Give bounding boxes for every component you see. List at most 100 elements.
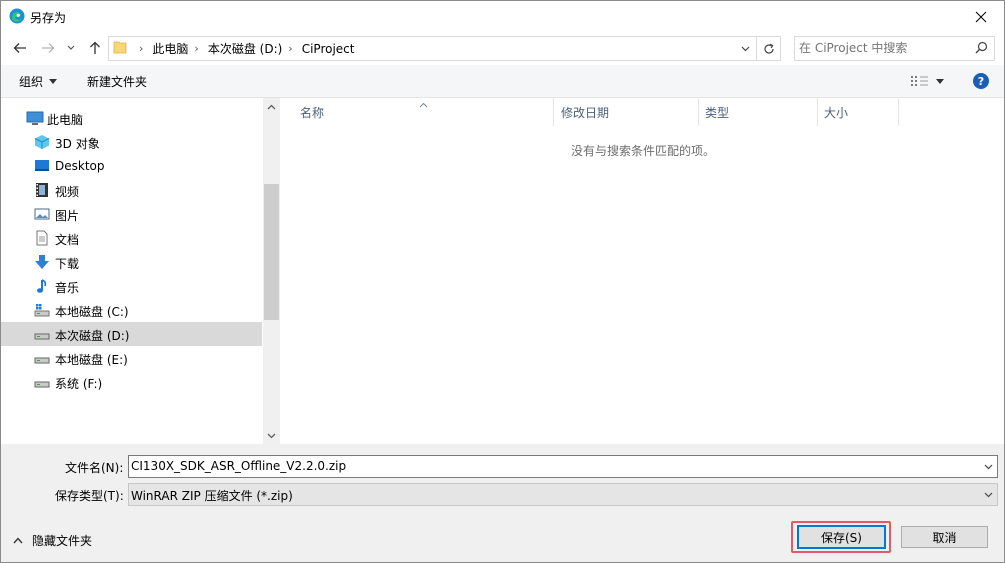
filename-field[interactable] bbox=[128, 455, 998, 478]
back-button[interactable] bbox=[10, 37, 30, 59]
nav-label: 本地磁盘 (E:) bbox=[55, 353, 128, 367]
close-button[interactable] bbox=[958, 1, 1004, 32]
nav-item-this-pc[interactable]: 此电脑 bbox=[1, 106, 262, 130]
nav-item-pictures[interactable]: 图片 bbox=[1, 202, 262, 226]
nav-item-downloads[interactable]: 下载 bbox=[1, 250, 262, 274]
edge-icon bbox=[9, 8, 25, 24]
nav-item-3d-objects[interactable]: 3D 对象 bbox=[1, 130, 262, 154]
column-header-size[interactable]: 大小 bbox=[824, 98, 848, 126]
filename-label: 文件名(N): bbox=[65, 461, 124, 475]
nav-label: 图片 bbox=[55, 209, 80, 223]
save-button[interactable]: 保存(S) bbox=[797, 525, 886, 549]
chevron-right-icon: › bbox=[288, 42, 293, 55]
help-icon[interactable]: ? bbox=[973, 73, 989, 89]
breadcrumb-item-this-pc[interactable]: 此电脑 bbox=[152, 40, 188, 57]
search-box[interactable] bbox=[794, 36, 995, 61]
nav-item-videos[interactable]: 视频 bbox=[1, 178, 262, 202]
desktop-icon bbox=[34, 158, 50, 174]
scroll-up-button[interactable] bbox=[263, 98, 280, 115]
breadcrumb-item-drive-d[interactable]: 本次磁盘 (D:) bbox=[208, 40, 282, 57]
nav-scrollbar[interactable] bbox=[263, 98, 280, 444]
drive-icon bbox=[34, 374, 50, 390]
nav-label: 本次磁盘 (D:) bbox=[55, 329, 130, 343]
chevron-down-icon bbox=[741, 46, 749, 51]
filename-input[interactable] bbox=[131, 458, 971, 474]
chevron-down-icon bbox=[267, 433, 276, 438]
search-input[interactable] bbox=[799, 40, 964, 56]
caret-down-icon bbox=[49, 78, 58, 84]
column-divider[interactable] bbox=[698, 98, 699, 126]
nav-item-drive-f[interactable]: 系统 (F:) bbox=[1, 370, 262, 394]
view-options-button[interactable] bbox=[911, 65, 944, 97]
navigation-pane: 此电脑 3D 对象 Desktop 视频 图片 文档 下载 音乐 本地磁盘 (C… bbox=[1, 98, 263, 444]
search-icon[interactable] bbox=[975, 41, 988, 57]
nav-item-music[interactable]: 音乐 bbox=[1, 274, 262, 298]
scroll-thumb[interactable] bbox=[264, 184, 279, 320]
back-arrow-icon bbox=[13, 43, 26, 53]
column-divider[interactable] bbox=[553, 98, 554, 126]
breadcrumb: › 此电脑 › 本次磁盘 (D:) › CiProject bbox=[109, 37, 354, 60]
column-header-name[interactable]: 名称 bbox=[300, 98, 324, 126]
new-folder-button[interactable]: 新建文件夹 bbox=[87, 65, 147, 97]
up-arrow-icon bbox=[90, 41, 100, 54]
filetype-select[interactable]: WinRAR ZIP 压缩文件 (*.zip) bbox=[128, 483, 998, 506]
refresh-icon bbox=[763, 43, 774, 54]
file-list: 名称 修改日期 类型 大小 没有与搜索条件匹配的项。 bbox=[280, 98, 1004, 444]
folder-icon bbox=[113, 39, 127, 58]
pictures-icon bbox=[34, 206, 50, 222]
chevron-right-icon: › bbox=[139, 42, 144, 55]
title-bar: 另存为 bbox=[1, 1, 1004, 32]
music-icon bbox=[34, 278, 50, 294]
scroll-down-button[interactable] bbox=[263, 427, 280, 444]
up-button[interactable] bbox=[85, 37, 105, 59]
nav-label: 此电脑 bbox=[47, 113, 84, 127]
organize-menu[interactable]: 组织 bbox=[19, 65, 58, 97]
3d-objects-icon bbox=[34, 134, 50, 150]
address-history-button[interactable] bbox=[736, 37, 754, 60]
save-as-dialog: 另存为 › 此电脑 › 本次磁盘 (D:) › CiProject 在 CiPr… bbox=[0, 0, 1005, 563]
forward-arrow-icon bbox=[42, 43, 55, 53]
filetype-dropdown-button[interactable] bbox=[979, 484, 997, 505]
forward-button[interactable] bbox=[38, 37, 58, 59]
nav-label: 3D 对象 bbox=[55, 137, 100, 151]
breadcrumb-item-ciproject[interactable]: CiProject bbox=[302, 42, 355, 56]
nav-item-drive-d[interactable]: 本次磁盘 (D:) bbox=[1, 322, 262, 346]
address-bar[interactable]: › 此电脑 › 本次磁盘 (D:) › CiProject bbox=[108, 36, 781, 61]
column-header-modified[interactable]: 修改日期 bbox=[561, 98, 609, 126]
nav-label: 音乐 bbox=[55, 281, 80, 295]
save-options-panel: 文件名(N): 保存类型(T): WinRAR ZIP 压缩文件 (*.zip)… bbox=[1, 444, 1004, 562]
hide-folders-toggle[interactable]: 隐藏文件夹 bbox=[13, 532, 92, 549]
system-drive-icon bbox=[34, 302, 50, 318]
computer-icon bbox=[26, 110, 44, 126]
nav-item-desktop[interactable]: Desktop bbox=[1, 154, 262, 178]
nav-item-documents[interactable]: 文档 bbox=[1, 226, 262, 250]
recent-locations-button[interactable] bbox=[64, 37, 78, 59]
nav-item-drive-c[interactable]: 本地磁盘 (C:) bbox=[1, 298, 262, 322]
drive-icon bbox=[34, 326, 50, 342]
video-icon bbox=[34, 182, 50, 198]
chevron-right-icon: › bbox=[194, 42, 199, 55]
filename-dropdown-button[interactable] bbox=[979, 456, 997, 477]
chevron-up-icon bbox=[13, 537, 23, 544]
nav-label: 视频 bbox=[55, 185, 80, 199]
organize-label: 组织 bbox=[19, 74, 44, 89]
nav-item-drive-e[interactable]: 本地磁盘 (E:) bbox=[1, 346, 262, 370]
chevron-down-icon bbox=[984, 464, 992, 469]
nav-label: Desktop bbox=[55, 159, 105, 173]
download-icon bbox=[34, 254, 50, 270]
cancel-button[interactable]: 取消 bbox=[901, 526, 988, 548]
new-folder-label: 新建文件夹 bbox=[87, 74, 148, 89]
empty-message: 没有与搜索条件匹配的项。 bbox=[571, 144, 716, 158]
column-header-type[interactable]: 类型 bbox=[705, 98, 729, 126]
chevron-up-icon bbox=[267, 104, 276, 109]
window-title: 另存为 bbox=[30, 11, 67, 25]
drive-icon bbox=[34, 350, 50, 366]
command-bar: 组织 新建文件夹 ? bbox=[1, 65, 1004, 98]
nav-label: 本地磁盘 (C:) bbox=[55, 305, 129, 319]
column-divider[interactable] bbox=[898, 98, 899, 126]
refresh-button[interactable] bbox=[756, 37, 780, 60]
sort-ascending-icon bbox=[419, 97, 428, 111]
nav-label: 下载 bbox=[55, 257, 80, 271]
nav-label: 系统 (F:) bbox=[55, 377, 103, 391]
column-divider[interactable] bbox=[817, 98, 818, 126]
